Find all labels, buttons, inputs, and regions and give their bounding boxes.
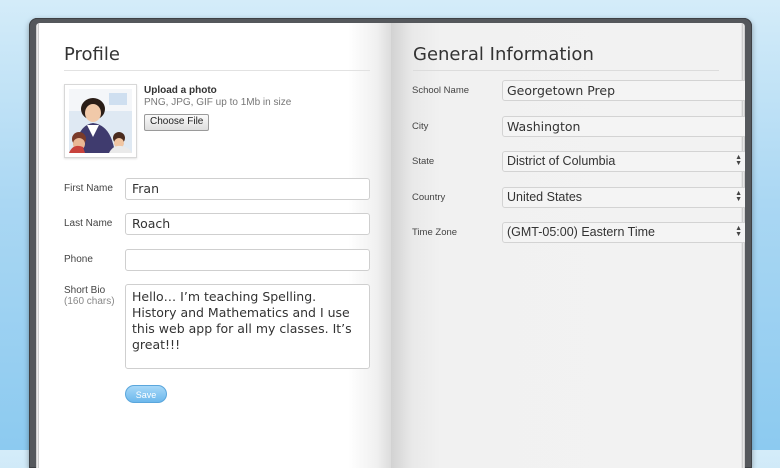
- time-zone-select[interactable]: (GMT-05:00) Eastern Time ▲ ▼: [502, 222, 745, 243]
- notebook: Profile Upload a photo PNG, JPG, GIF up …: [29, 18, 752, 468]
- country-label: Country: [412, 192, 446, 203]
- phone-label: Phone: [64, 254, 93, 265]
- country-selected-value: United States: [507, 190, 583, 204]
- city-field[interactable]: Washington: [502, 116, 745, 137]
- last-name-field[interactable]: Roach: [125, 213, 370, 235]
- profile-page: Profile Upload a photo PNG, JPG, GIF up …: [36, 23, 391, 468]
- choose-file-button[interactable]: Choose File: [144, 114, 210, 131]
- general-heading: General Information: [413, 44, 594, 65]
- page-edge: [36, 23, 39, 468]
- upload-hint: PNG, JPG, GIF up to 1Mb in size: [144, 97, 292, 108]
- select-arrows-icon: ▲ ▼: [735, 225, 742, 238]
- first-name-field[interactable]: Fran: [125, 178, 370, 200]
- avatar: [69, 89, 132, 153]
- last-name-label: Last Name: [64, 218, 113, 229]
- time-zone-label: Time Zone: [412, 227, 458, 238]
- profile-heading: Profile: [64, 44, 120, 65]
- divider: [64, 70, 370, 71]
- profile-photo[interactable]: [64, 84, 137, 158]
- divider: [413, 70, 719, 71]
- select-arrows-icon: ▲ ▼: [735, 154, 742, 167]
- state-selected-value: District of Columbia: [507, 154, 616, 168]
- bio-label-text: Short Bio: [64, 285, 106, 296]
- bio-label: Short Bio (160 chars): [64, 285, 115, 307]
- state-select[interactable]: District of Columbia ▲ ▼: [502, 151, 745, 172]
- city-label: City: [412, 121, 429, 132]
- school-name-field[interactable]: Georgetown Prep: [502, 80, 745, 101]
- bio-char-limit: (160 chars): [64, 296, 115, 307]
- first-name-label: First Name: [64, 183, 113, 194]
- upload-title: Upload a photo: [144, 85, 217, 96]
- bio-textarea[interactable]: Hello… I’m teaching Spelling. History an…: [125, 284, 370, 369]
- phone-field[interactable]: [125, 249, 370, 271]
- save-button[interactable]: Save: [125, 385, 167, 403]
- time-zone-selected-value: (GMT-05:00) Eastern Time: [507, 225, 655, 239]
- general-information-page: General Information School Name Georgeto…: [391, 23, 745, 468]
- select-arrows-icon: ▲ ▼: [735, 190, 742, 203]
- country-select[interactable]: United States ▲ ▼: [502, 187, 745, 208]
- school-name-label: School Name: [412, 85, 470, 96]
- state-label: State: [412, 156, 435, 167]
